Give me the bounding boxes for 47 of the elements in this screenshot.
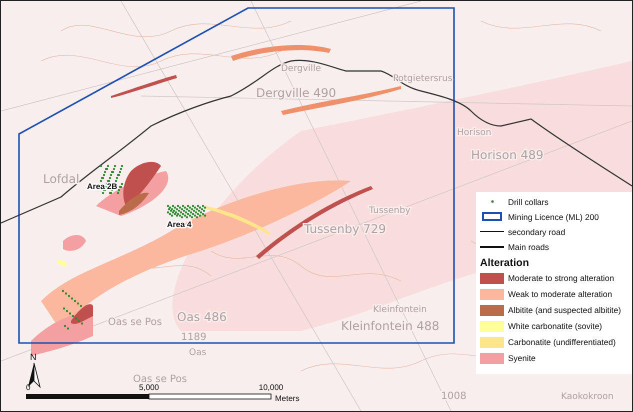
place-label: Oas se Pos (108, 317, 162, 328)
legend-label: White carbonatite (sovite) (508, 321, 602, 331)
place-label: Kaokokroon (561, 392, 614, 402)
place-label: Horison (457, 128, 492, 138)
legend-label: Main roads (508, 242, 550, 252)
syenite-zone (63, 235, 86, 251)
albitite-zone (119, 192, 149, 215)
drill-collar-cluster (62, 290, 84, 330)
road-line-icon (480, 231, 504, 232)
road-line-icon (480, 246, 504, 248)
strong-alteration-dike (111, 75, 177, 98)
place-label: Oas 486 (177, 310, 227, 324)
licence-outline-icon (482, 212, 502, 221)
place-label: 1008 (441, 391, 466, 402)
drill-collar-cluster (166, 204, 206, 218)
place-label: Horison 489 (471, 148, 544, 162)
place-label: Dergville (281, 64, 322, 74)
legend-label: Syenite (508, 353, 536, 363)
legend-title: Alteration (480, 257, 530, 269)
scale-label: 10,000 (258, 383, 284, 392)
area-label: Area 4 (167, 220, 192, 229)
legend-label: Drill collars (508, 196, 549, 206)
place-label: Kleinfontein (373, 305, 427, 315)
place-label: Oas (189, 348, 206, 358)
legend-label: Carbonatite (undifferentiated) (508, 337, 616, 347)
drill-collar-icon (490, 200, 494, 203)
strong-alteration-zone (71, 304, 93, 324)
north-label: N (30, 352, 36, 362)
strong-alteration-zone (123, 162, 161, 206)
scale-unit: Meters (275, 394, 300, 403)
place-label: Dergville 490 (256, 86, 336, 100)
place-label: Tussenby 729 (304, 222, 386, 236)
place-label: Tussenby (369, 206, 410, 216)
place-label: 1189 (181, 332, 206, 343)
sovite-vein (57, 259, 67, 267)
place-label: Oas se Pos (133, 374, 187, 385)
legend-label: Weak to moderate alteration (508, 289, 612, 299)
place-label: Kleinfontein 488 (341, 319, 440, 333)
place-label: Lofdal (43, 172, 80, 186)
legend-label: Albitite (and suspected albitite) (508, 305, 621, 315)
scale-label: 5,000 (138, 383, 160, 392)
north-arrow-icon (28, 362, 41, 388)
area-label: Area 2B (87, 182, 118, 191)
legend-label: Mining Licence (ML) 200 (508, 212, 599, 222)
carbonatite-vein (206, 206, 271, 235)
legend-label: secondary road (508, 226, 566, 236)
legend-label: Moderate to strong alteration (508, 273, 614, 283)
